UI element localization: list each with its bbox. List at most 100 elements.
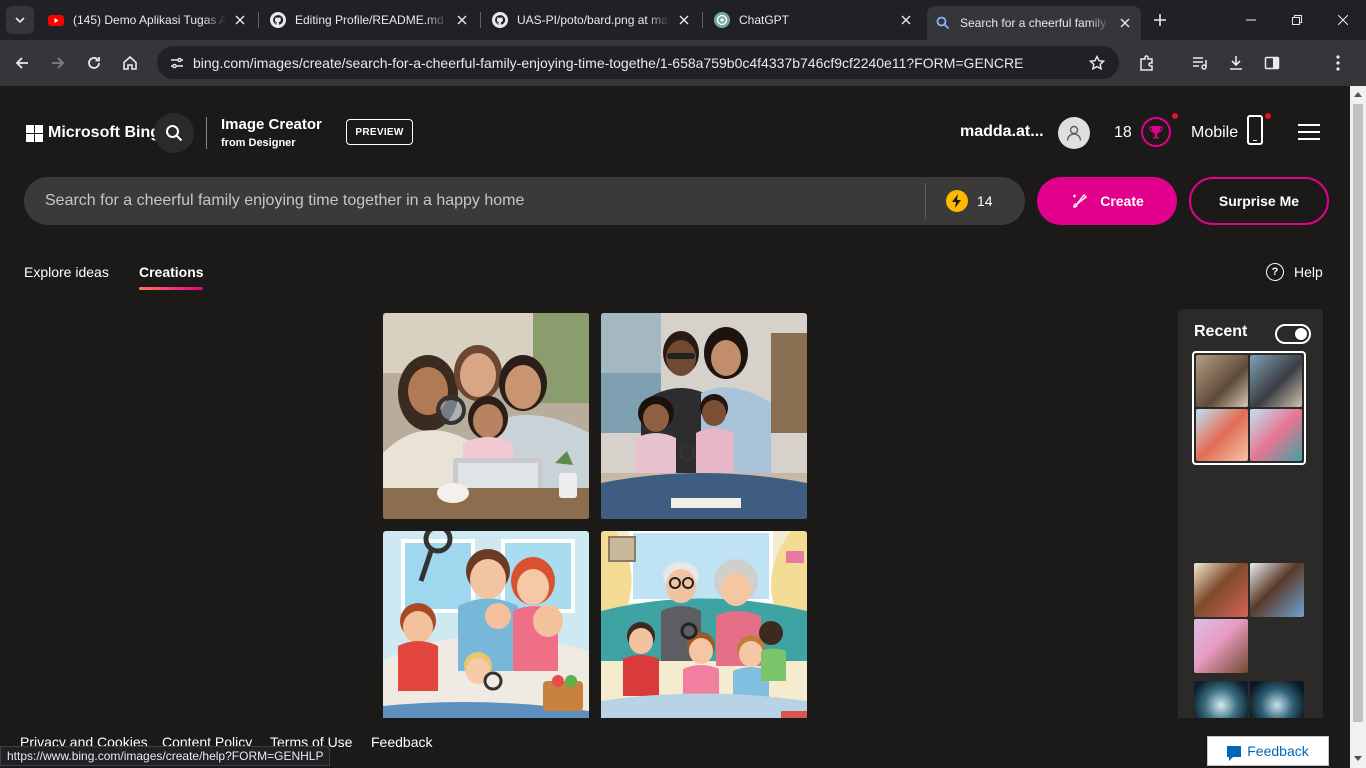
tab-search-button[interactable] — [6, 6, 34, 34]
create-label: Create — [1100, 193, 1144, 209]
close-tab-icon[interactable] — [232, 12, 248, 28]
help-label: Help — [1294, 264, 1323, 280]
close-tab-icon[interactable] — [1117, 15, 1133, 31]
tab-explore-ideas[interactable]: Explore ideas — [24, 264, 109, 280]
forward-button[interactable] — [46, 51, 70, 75]
scrollbar-thumb[interactable] — [1353, 104, 1363, 722]
generated-image[interactable] — [383, 531, 589, 737]
help-link[interactable]: ? Help — [1266, 263, 1323, 281]
rewards-count[interactable]: 18 — [1114, 124, 1132, 142]
scroll-up-arrow-icon[interactable] — [1354, 92, 1362, 97]
url-text: bing.com/images/create/search-for-a-chee… — [193, 55, 1024, 71]
github-icon — [270, 12, 286, 28]
close-tab-icon[interactable] — [898, 12, 914, 28]
browser-tab[interactable]: UAS-PI/poto/bard.png at main — [484, 0, 700, 40]
mobile-label[interactable]: Mobile — [1191, 124, 1238, 142]
page-scrollbar[interactable] — [1350, 86, 1366, 768]
browser-tab[interactable]: (145) Demo Aplikasi Tugas Akhir — [40, 0, 256, 40]
surprise-me-button[interactable]: Surprise Me — [1189, 177, 1329, 225]
microsoft-bing-logo[interactable]: Microsoft Bing — [26, 124, 160, 142]
new-tab-button[interactable] — [1150, 10, 1170, 30]
back-button[interactable] — [10, 51, 34, 75]
browser-tab-active[interactable]: Search for a cheerful family enjoying — [927, 6, 1141, 40]
recent-item-selected[interactable] — [1192, 351, 1306, 465]
hamburger-menu-icon[interactable] — [1298, 124, 1320, 140]
search-button[interactable] — [154, 113, 194, 153]
person-icon — [1066, 125, 1082, 141]
prompt-bar: 14 — [24, 177, 1025, 225]
home-button[interactable] — [118, 51, 142, 75]
plus-icon — [1154, 14, 1166, 26]
feedback-label: Feedback — [1247, 743, 1309, 759]
brand-name: Microsoft Bing — [48, 124, 160, 141]
restore-icon — [1292, 15, 1302, 25]
recent-panel: Recent — [1178, 309, 1323, 729]
prompt-input[interactable] — [45, 177, 915, 225]
tab-title: ChatGPT — [739, 13, 790, 27]
media-control-button[interactable] — [1188, 51, 1212, 75]
recent-item[interactable] — [1192, 561, 1306, 675]
minimize-button[interactable] — [1228, 0, 1274, 40]
search-icon — [166, 125, 183, 142]
close-tab-icon[interactable] — [676, 12, 692, 28]
youtube-icon — [48, 15, 64, 26]
create-button[interactable]: Create — [1037, 177, 1177, 225]
extensions-button[interactable] — [1135, 51, 1159, 75]
reload-button[interactable] — [82, 51, 106, 75]
home-icon — [123, 55, 137, 70]
user-name[interactable]: madda.at... — [960, 123, 1044, 141]
close-icon — [1338, 15, 1348, 25]
feedback-button[interactable]: Feedback — [1207, 736, 1329, 766]
rewards-notification-dot — [1172, 113, 1178, 119]
bing-image-creator-page: Microsoft Bing Image Creator from Design… — [0, 86, 1350, 768]
header-divider — [206, 117, 207, 149]
side-panel-button[interactable] — [1260, 51, 1284, 75]
address-bar[interactable]: bing.com/images/create/search-for-a-chee… — [157, 46, 1119, 79]
arrow-left-icon — [15, 57, 28, 69]
close-window-button[interactable] — [1320, 0, 1366, 40]
download-icon — [1230, 56, 1242, 70]
browser-toolbar: bing.com/images/create/search-for-a-chee… — [0, 40, 1366, 114]
reload-icon — [88, 57, 100, 69]
restore-button[interactable] — [1274, 0, 1320, 40]
user-avatar[interactable] — [1058, 117, 1090, 149]
active-tab-indicator — [139, 287, 203, 290]
bookmark-star-icon[interactable] — [1087, 53, 1107, 73]
tab-title: Search for a cheerful family enjoying — [960, 16, 1111, 30]
boost-lightning-icon[interactable] — [946, 190, 968, 212]
tab-title: UAS-PI/poto/bard.png at main — [517, 13, 670, 27]
browser-tab[interactable]: Editing Profile/README.md at main — [262, 0, 478, 40]
recent-toggle[interactable] — [1275, 324, 1311, 344]
tab-title: Editing Profile/README.md at main — [295, 13, 448, 27]
product-subtitle: from Designer — [221, 137, 296, 149]
minimize-icon — [1246, 19, 1256, 21]
mobile-notification-dot — [1265, 113, 1271, 119]
music-queue-icon — [1193, 57, 1207, 70]
generated-image[interactable] — [601, 531, 807, 737]
bing-search-icon — [936, 16, 950, 30]
prompt-divider — [925, 183, 926, 219]
tab-title: (145) Demo Aplikasi Tugas Akhir — [73, 13, 226, 27]
preview-badge: PREVIEW — [346, 119, 413, 145]
rewards-trophy-icon[interactable] — [1141, 117, 1171, 147]
mobile-phone-icon[interactable] — [1247, 115, 1263, 145]
chatgpt-icon — [714, 12, 730, 28]
site-info-icon[interactable] — [165, 51, 189, 75]
puzzle-icon — [1140, 55, 1153, 71]
browser-tab[interactable]: ChatGPT — [706, 0, 922, 40]
close-tab-icon[interactable] — [454, 12, 470, 28]
footer-link-feedback[interactable]: Feedback — [371, 734, 432, 750]
product-title[interactable]: Image Creator — [221, 116, 322, 133]
downloads-button[interactable] — [1224, 51, 1248, 75]
scroll-down-arrow-icon[interactable] — [1354, 756, 1362, 761]
recent-title: Recent — [1194, 323, 1248, 340]
browser-menu-button[interactable] — [1326, 51, 1350, 75]
chevron-down-icon — [15, 17, 25, 24]
generated-image[interactable] — [383, 313, 589, 519]
tab-creations[interactable]: Creations — [139, 264, 204, 280]
microsoft-logo-icon — [26, 124, 43, 142]
chat-bubble-icon — [1227, 745, 1242, 761]
generated-image[interactable] — [601, 313, 807, 519]
side-panel-icon — [1264, 56, 1280, 70]
arrow-right-icon — [52, 57, 65, 69]
